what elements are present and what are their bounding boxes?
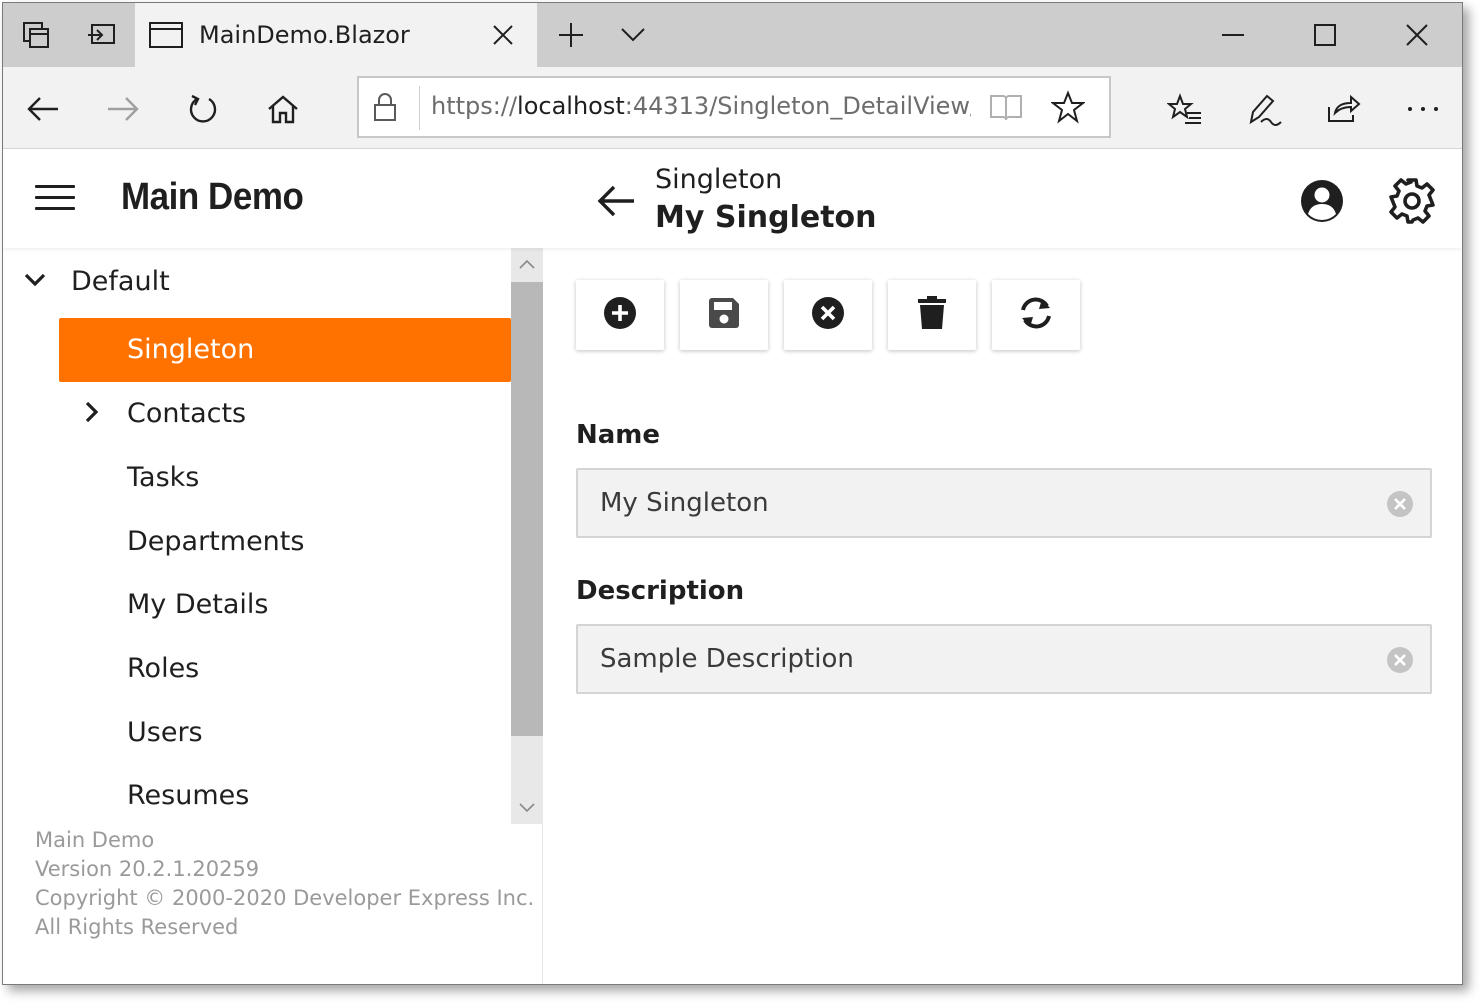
favorite-star-icon[interactable]	[1050, 90, 1086, 128]
scroll-thumb[interactable]	[511, 282, 543, 736]
back-arrow-icon[interactable]	[21, 87, 65, 131]
tab-list-chevron-icon[interactable]	[609, 3, 657, 67]
save-icon	[707, 296, 741, 334]
sidebar-item-departments[interactable]: Departments	[59, 510, 511, 574]
refresh-button[interactable]	[992, 280, 1080, 350]
browser-window: MainDemo.Blazor https://localhost:44313/…	[2, 2, 1463, 985]
settings-gear-icon[interactable]	[1387, 176, 1437, 226]
save-button[interactable]	[680, 280, 768, 350]
sidebar-item-label: Departments	[127, 526, 305, 557]
name-label: Name	[576, 420, 661, 450]
user-account-icon[interactable]	[1299, 178, 1345, 224]
sidebar-item-label: Resumes	[127, 780, 250, 811]
pen-notes-icon[interactable]	[1243, 87, 1287, 131]
address-bar[interactable]: https://localhost:44313/Singleton_Detail…	[357, 76, 1111, 138]
clear-description-icon[interactable]	[1386, 646, 1414, 674]
tab-title: MainDemo.Blazor	[199, 21, 410, 49]
chevron-right-icon[interactable]	[81, 400, 103, 428]
share-icon[interactable]	[1321, 87, 1365, 131]
forward-arrow-icon[interactable]	[101, 87, 145, 131]
chevron-down-icon[interactable]	[23, 268, 47, 296]
sidebar-item-my-details[interactable]: My Details	[59, 573, 511, 637]
plus-circle-icon	[603, 296, 637, 334]
url-scheme: https://	[431, 92, 518, 120]
about-app-name: Main Demo	[35, 828, 155, 852]
url-text[interactable]: https://localhost:44313/Singleton_Detail…	[431, 92, 971, 126]
sidebar-item-tasks[interactable]: Tasks	[59, 446, 511, 510]
sidebar-item-label: Roles	[127, 653, 200, 684]
name-input[interactable]	[578, 470, 1378, 536]
sidebar-item-roles[interactable]: Roles	[59, 637, 511, 701]
favorites-list-icon[interactable]	[1163, 87, 1207, 131]
minimize-icon[interactable]	[1187, 3, 1279, 67]
new-button[interactable]	[576, 280, 664, 350]
sidebar-scrollbar[interactable]	[511, 248, 543, 824]
sidebar-item-resumes[interactable]: Resumes	[59, 764, 511, 824]
about-copyright: Copyright © 2000-2020 Developer Express …	[35, 886, 535, 910]
page-icon	[149, 21, 183, 53]
url-host: localhost	[517, 92, 625, 120]
app-header: Main Demo Singleton My Singleton	[3, 150, 1462, 248]
breadcrumb-parent: Singleton	[655, 164, 783, 195]
browser-tab[interactable]: MainDemo.Blazor	[135, 3, 537, 67]
address-separator	[419, 86, 420, 130]
close-circle-icon	[811, 296, 845, 334]
description-input[interactable]	[578, 626, 1378, 692]
sidebar-item-label: Users	[127, 717, 203, 748]
nav-group-default[interactable]: Default	[3, 248, 511, 314]
home-icon[interactable]	[261, 87, 305, 131]
title-bar: MainDemo.Blazor	[3, 3, 1462, 67]
delete-button[interactable]	[888, 280, 976, 350]
tab-actions-icon[interactable]	[3, 3, 69, 67]
trash-icon	[917, 296, 947, 334]
view-title: My Singleton	[655, 200, 877, 235]
sidebar: Default Singleton Contacts Tasks Departm…	[3, 248, 543, 984]
description-field[interactable]	[576, 624, 1432, 694]
close-button[interactable]	[784, 280, 872, 350]
lock-icon[interactable]	[373, 92, 405, 124]
close-window-icon[interactable]	[1371, 3, 1462, 67]
app-title: Main Demo	[121, 176, 304, 218]
scroll-down-icon[interactable]	[511, 792, 543, 824]
nav-group-label: Default	[71, 266, 170, 297]
navigation-tree: Default Singleton Contacts Tasks Departm…	[3, 248, 511, 824]
sidebar-item-label: Contacts	[127, 398, 247, 429]
sidebar-item-singleton[interactable]: Singleton	[59, 318, 511, 382]
scroll-up-icon[interactable]	[511, 248, 543, 280]
sidebar-item-label: Singleton	[127, 334, 255, 365]
sidebar-item-contacts[interactable]: Contacts	[59, 382, 511, 446]
detail-view: Name Description	[544, 248, 1462, 984]
refresh-icon	[1017, 296, 1055, 334]
refresh-icon[interactable]	[181, 87, 225, 131]
url-path: :44313/Singleton_DetailView/fa	[624, 92, 971, 120]
about-info: Main Demo Version 20.2.1.20259 Copyright…	[35, 826, 534, 942]
set-aside-tabs-icon[interactable]	[69, 3, 135, 67]
menu-hamburger-icon[interactable]	[35, 185, 75, 213]
sidebar-item-label: My Details	[127, 589, 269, 620]
new-tab-icon[interactable]	[547, 3, 595, 67]
description-label: Description	[576, 576, 745, 606]
maximize-icon[interactable]	[1279, 3, 1371, 67]
browser-navigation-bar: https://localhost:44313/Singleton_Detail…	[3, 67, 1462, 149]
reading-view-icon[interactable]	[989, 92, 1023, 126]
back-icon[interactable]	[593, 178, 639, 224]
about-version: Version 20.2.1.20259	[35, 857, 260, 881]
close-tab-icon[interactable]	[485, 17, 521, 53]
name-field[interactable]	[576, 468, 1432, 538]
sidebar-item-label: Tasks	[127, 462, 200, 493]
about-rights: All Rights Reserved	[35, 915, 239, 939]
more-options-icon[interactable]	[1401, 87, 1445, 131]
clear-name-icon[interactable]	[1386, 490, 1414, 518]
sidebar-item-users[interactable]: Users	[59, 701, 511, 765]
